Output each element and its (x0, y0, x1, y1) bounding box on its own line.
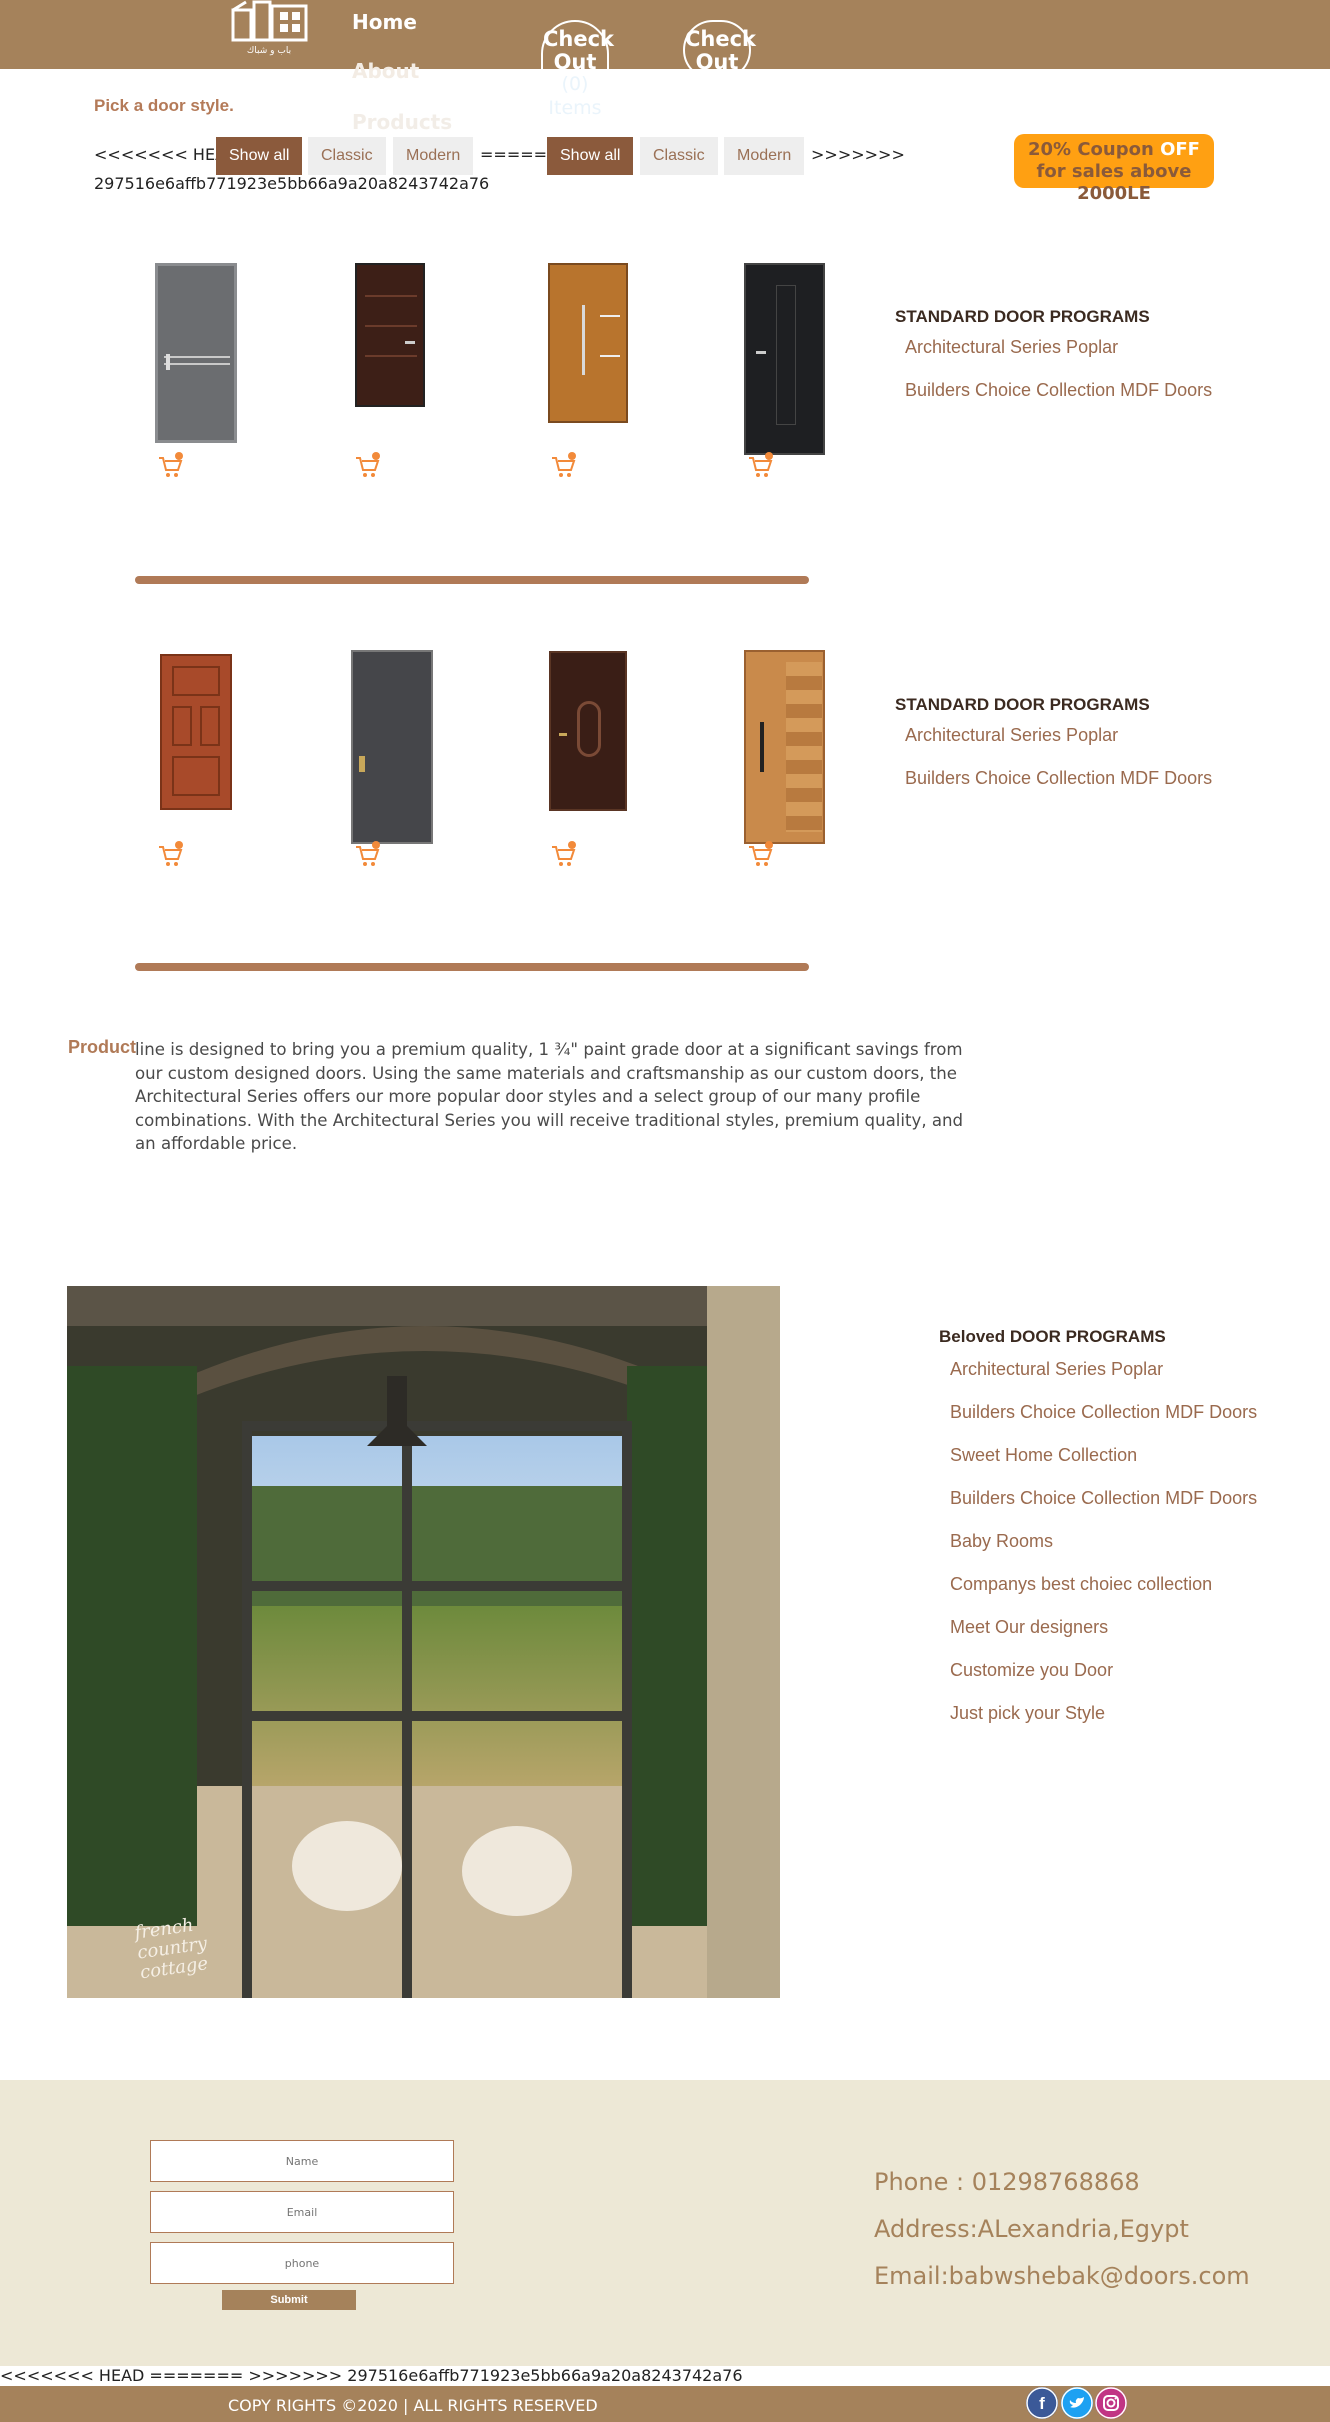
beloved-link[interactable]: Meet Our designers (950, 1617, 1108, 1638)
filter-modern-alt[interactable]: Modern (724, 137, 805, 175)
filter-classic-alt[interactable]: Classic (640, 137, 718, 175)
door-image-charcoal[interactable] (351, 650, 433, 844)
merge-marker-end: >>>>>>> (811, 145, 905, 164)
beloved-link[interactable]: Architectural Series Poplar (950, 1359, 1163, 1380)
nav-products[interactable]: Products (352, 110, 452, 134)
logo-text: باب و شباك (246, 46, 292, 56)
filter-show-all-alt[interactable]: Show all (547, 137, 634, 175)
door-image-wood-tiles[interactable] (744, 650, 825, 844)
coupon-highlight: OFF (1160, 139, 1200, 160)
program-link[interactable]: Architectural Series Poplar (905, 337, 1118, 358)
filter-show-all[interactable]: Show all (216, 137, 303, 175)
filter-classic[interactable]: Classic (308, 137, 386, 175)
programs-title: STANDARD DOOR PROGRAMS (895, 307, 1150, 326)
add-to-cart-icon[interactable] (747, 452, 775, 480)
name-field[interactable] (150, 2140, 454, 2182)
commit-hash: 297516e6affb771923e5bb66a9a20a8243742a76 (94, 174, 490, 193)
copyright-text: COPY RIGHTS ©2020 | ALL RIGHTS RESERVED (228, 2396, 598, 2415)
door-image-classic-red[interactable] (160, 654, 232, 810)
beloved-link[interactable]: Sweet Home Collection (950, 1445, 1137, 1466)
cart-count: (0) Items (548, 73, 602, 119)
add-to-cart-icon[interactable] (550, 841, 578, 869)
phone-field[interactable] (150, 2242, 454, 2284)
door-image-black-steel[interactable] (744, 263, 825, 455)
beloved-link[interactable]: Builders Choice Collection MDF Doors (950, 1402, 1257, 1423)
header-bar (0, 0, 1330, 69)
checkout-button-secondary[interactable]: Check Out (683, 20, 756, 80)
section-divider (135, 963, 809, 971)
coupon-text-2: for sales above 2000LE (1036, 161, 1192, 204)
add-to-cart-icon[interactable] (157, 841, 185, 869)
contact-phone: Phone : 01298768868 (874, 2168, 1140, 2196)
nav-about[interactable]: About (352, 59, 419, 83)
add-to-cart-icon[interactable] (354, 452, 382, 480)
door-image-oak-steel[interactable] (548, 263, 628, 423)
twitter-icon[interactable] (1061, 2387, 1093, 2419)
add-to-cart-icon[interactable] (354, 841, 382, 869)
merge-conflict-line: <<<<<<< HEAD ======= >>>>>>> 297516e6aff… (0, 2366, 743, 2385)
filter-title: Pick a door style. (94, 96, 234, 115)
nav-home[interactable]: Home (352, 10, 417, 34)
svg-text:f: f (1039, 2394, 1045, 2413)
coupon-badge[interactable]: 20% Coupon OFF for sales above 2000LE (1014, 134, 1214, 204)
door-image-ornate-steel[interactable] (549, 651, 627, 811)
beloved-programs-title: Beloved DOOR PROGRAMS (939, 1327, 1166, 1346)
beloved-link[interactable]: Companys best choiec collection (950, 1574, 1212, 1595)
coupon-text-1: 20% Coupon (1028, 139, 1161, 160)
contact-email[interactable]: Email:babwshebak@doors.com (874, 2262, 1250, 2290)
product-label: Product (68, 1037, 137, 1057)
copyright-bar (0, 2386, 1330, 2422)
garden-door-photo: french country cottage (67, 1286, 780, 1998)
checkout-button[interactable]: Check Out (541, 20, 614, 80)
site-logo[interactable]: باب و شباك (230, 0, 314, 66)
program-link[interactable]: Architectural Series Poplar (905, 725, 1118, 746)
submit-button[interactable]: Submit (222, 2290, 356, 2310)
add-to-cart-icon[interactable] (157, 452, 185, 480)
door-image-grey-modern[interactable] (155, 263, 237, 443)
add-to-cart-icon[interactable] (747, 841, 775, 869)
add-to-cart-icon[interactable] (550, 452, 578, 480)
contact-address: Address:ALexandria,Egypt (874, 2215, 1189, 2243)
beloved-link[interactable]: Customize you Door (950, 1660, 1113, 1681)
filter-modern[interactable]: Modern (393, 137, 474, 175)
section-divider (135, 576, 809, 584)
beloved-link[interactable]: Just pick your Style (950, 1703, 1105, 1724)
beloved-link[interactable]: Builders Choice Collection MDF Doors (950, 1488, 1257, 1509)
programs-title: STANDARD DOOR PROGRAMS (895, 695, 1150, 714)
program-link[interactable]: Builders Choice Collection MDF Doors (905, 380, 1212, 401)
email-field[interactable] (150, 2191, 454, 2233)
facebook-icon[interactable]: f (1026, 2387, 1058, 2419)
door-image-dark-wood[interactable] (355, 263, 425, 407)
program-link[interactable]: Builders Choice Collection MDF Doors (905, 768, 1212, 789)
instagram-icon[interactable] (1095, 2387, 1127, 2419)
beloved-link[interactable]: Baby Rooms (950, 1531, 1053, 1552)
product-description: line is designed to bring you a premium … (135, 1040, 964, 1153)
